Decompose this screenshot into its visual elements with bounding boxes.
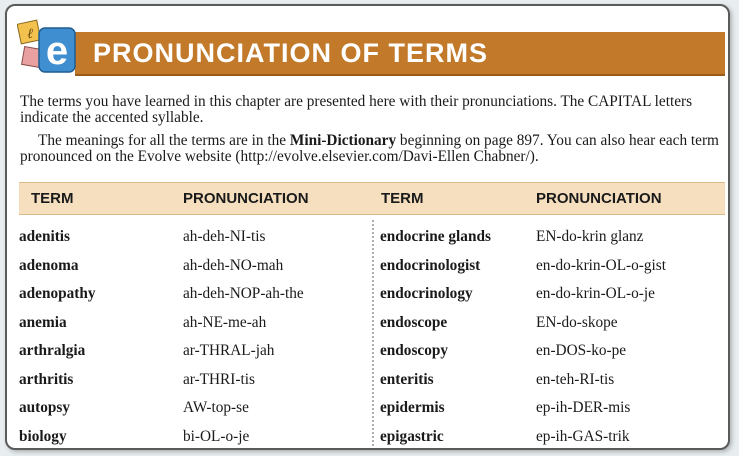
pronunciation: ah-deh-NO-mah: [183, 256, 284, 274]
table-row: arthritis ar-THRI-tis enteritis en-teh-R…: [7, 370, 728, 399]
logo-letter: e: [46, 29, 68, 73]
term: arthritis: [19, 370, 74, 388]
pronunciation: en-do-krin-OL-o-je: [536, 285, 655, 302]
term: arthralgia: [19, 342, 86, 359]
pronunciation: en-do-krin-OL-o-gist: [536, 256, 666, 274]
term: adenopathy: [19, 285, 96, 302]
term: enteritis: [380, 370, 434, 388]
intro-paragraph-2: The meanings for all the terms are in th…: [20, 133, 720, 165]
header-pronunciation-left: PRONUNCIATION: [183, 190, 309, 207]
table-row: biology bi-OL-o-je epigastric ep-ih-GAS-…: [7, 427, 728, 449]
pronunciation: ah-NE-me-ah: [183, 313, 267, 331]
pronunciation: bi-OL-o-je: [183, 427, 250, 445]
intro-text: The terms you have learned in this chapt…: [20, 94, 720, 165]
intro-paragraph-1: The terms you have learned in this chapt…: [20, 93, 693, 126]
pronunciation: ar-THRAL-jah: [183, 342, 275, 359]
term: autopsy: [19, 399, 71, 416]
term: anemia: [19, 313, 67, 331]
intro-p2-text-a: The meanings for all the terms are in th…: [38, 132, 290, 149]
term: endocrinology: [380, 285, 473, 302]
pronunciation: ep-ih-GAS-trik: [536, 427, 630, 445]
header-term-left: TERM: [31, 190, 74, 207]
term: epidermis: [380, 399, 445, 416]
term: biology: [19, 427, 67, 445]
section-banner: e ℓ PRONUNCIATION OF TERMS: [13, 16, 725, 78]
evolve-e-icon: e ℓ: [17, 19, 76, 73]
mini-dictionary-ref: Mini-Dictionary: [289, 132, 397, 149]
table-row: adenitis ah-deh-NI-tis endocrine glands …: [7, 228, 728, 256]
term: endocrinologist: [380, 256, 481, 274]
pronunciation: EN-do-skope: [536, 313, 618, 331]
table-header: TERM PRONUNCIATION TERM PRONUNCIATION: [19, 182, 725, 215]
svg-text:ℓ: ℓ: [27, 27, 33, 42]
pronunciation: ar-THRI-tis: [183, 370, 255, 388]
term: endoscopy: [380, 342, 448, 359]
pronunciation: ah-deh-NOP-ah-the: [183, 285, 304, 302]
term: endocrine glands: [380, 228, 491, 245]
table-row: arthralgia ar-THRAL-jah endoscopy en-DOS…: [7, 342, 728, 370]
pronunciation: en-DOS-ko-pe: [536, 342, 627, 359]
header-term-right: TERM: [381, 190, 424, 207]
table-row: autopsy AW-top-se epidermis ep-ih-DER-mi…: [7, 399, 728, 427]
term: adenoma: [19, 256, 79, 274]
pronunciation-panel: e ℓ PRONUNCIATION OF TERMS The terms you…: [5, 4, 730, 450]
pronunciation: EN-do-krin glanz: [536, 228, 644, 245]
pronunciation: ah-deh-NI-tis: [183, 228, 266, 245]
header-pronunciation-right: PRONUNCIATION: [536, 190, 662, 207]
term: endoscope: [380, 313, 448, 331]
page-title: PRONUNCIATION OF TERMS: [93, 38, 488, 68]
pronunciation: en-teh-RI-tis: [536, 370, 615, 388]
term: adenitis: [19, 228, 70, 245]
table-row: anemia ah-NE-me-ah endoscope EN-do-skope: [7, 313, 728, 342]
pronunciation: ep-ih-DER-mis: [536, 399, 631, 416]
pronunciation: AW-top-se: [183, 399, 249, 416]
term: epigastric: [380, 427, 444, 445]
table-row: adenopathy ah-deh-NOP-ah-the endocrinolo…: [7, 285, 728, 313]
table-row: adenoma ah-deh-NO-mah endocrinologist en…: [7, 256, 728, 285]
